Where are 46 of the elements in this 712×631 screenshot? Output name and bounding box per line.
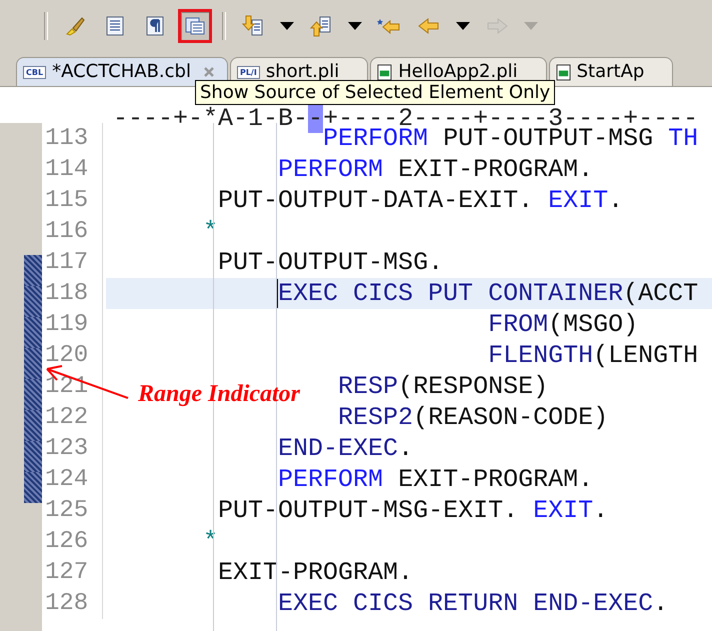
annotation-label: Range Indicator — [138, 381, 300, 408]
line-number: 119 — [42, 309, 103, 340]
tab-label: HelloApp2.pli — [398, 61, 518, 83]
toolbar-button[interactable] — [178, 9, 212, 43]
line-number: 127 — [42, 557, 103, 588]
code-line: EXEC CICS RETURN END-EXEC. — [278, 589, 668, 618]
code-line: END-EXEC. — [278, 434, 414, 463]
code-line: RESP(RESPONSE) — [338, 372, 548, 401]
caret-icon — [348, 22, 362, 30]
document-icon — [377, 64, 392, 80]
document-icon — [556, 64, 571, 80]
tab-label: StartAp — [576, 61, 644, 83]
code-line: FROM(MSGO) — [488, 310, 638, 339]
line-number: 123 — [42, 433, 103, 464]
line-number: 120 — [42, 340, 103, 371]
code-line: PUT-OUTPUT-DATA-EXIT. EXIT. — [218, 186, 624, 215]
line-number: 116 — [42, 216, 103, 247]
code-line: PERFORM EXIT-PROGRAM. — [278, 155, 594, 184]
line-number: 125 — [42, 495, 103, 526]
caret-icon — [524, 22, 538, 30]
file-type-icon: CBL — [23, 66, 46, 78]
line-number: 114 — [42, 154, 103, 185]
code-line: PERFORM EXIT-PROGRAM. — [278, 465, 594, 494]
line-number: 118 — [42, 278, 103, 309]
caret-icon — [280, 22, 294, 30]
code-line: RESP2(REASON-CODE) — [338, 403, 608, 432]
line-number: 122 — [42, 402, 103, 433]
editor-tab[interactable]: StartAp — [548, 57, 674, 86]
down-arrow-document-icon — [241, 14, 265, 38]
code-line: FLENGTH(LENGTH — [488, 341, 698, 370]
code-line: EXEC CICS PUT CONTAINER(ACCT — [278, 279, 698, 308]
line-number: 113 — [42, 123, 103, 154]
caret-icon — [456, 22, 470, 30]
line-number: 117 — [42, 247, 103, 278]
code-line: PUT-OUTPUT-MSG. — [218, 248, 444, 277]
line-number: 126 — [42, 526, 103, 557]
code-line: PUT-OUTPUT-MSG-EXIT. EXIT. — [218, 496, 608, 525]
code-line: EXIT-PROGRAM. — [218, 558, 414, 587]
file-type-icon: PL/I — [236, 66, 260, 78]
line-number: 115 — [42, 185, 103, 216]
tab-label: short.pli — [266, 61, 340, 83]
line-number: 128 — [42, 588, 103, 619]
up-arrow-document-icon — [309, 14, 333, 38]
tab-label: *ACCTCHAB.cbl — [52, 61, 191, 83]
tooltip: Show Source of Selected Element Only — [195, 80, 556, 105]
line-number: 124 — [42, 464, 103, 495]
